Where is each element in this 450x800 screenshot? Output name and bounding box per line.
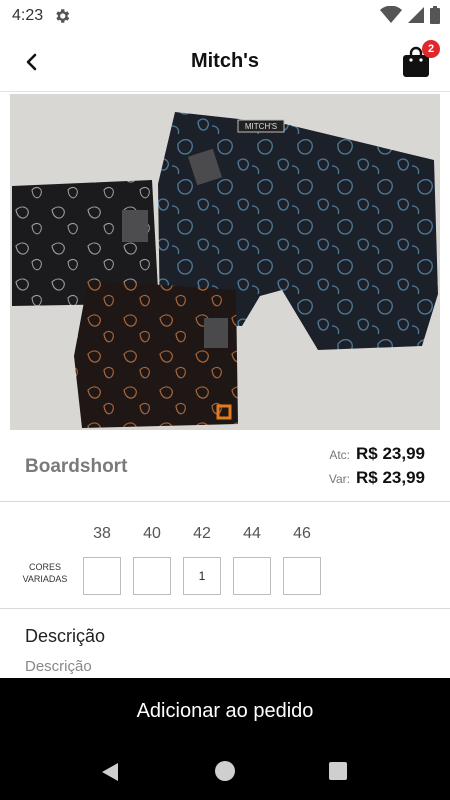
price-var-value: R$ 23,99 [356,468,425,487]
signal-icon [408,7,424,23]
size-label: 38 [93,525,111,542]
gear-icon [56,9,70,23]
size-column-42: 42 1 [183,525,221,595]
size-column-46: 46 [283,525,321,595]
page-title: Mitch's [190,50,260,72]
price-var: Var: R$ 23,99 [329,468,425,488]
back-button[interactable] [18,48,46,76]
size-column-40: 40 [133,525,171,595]
qty-input-46[interactable] [283,557,321,595]
qty-input-42[interactable]: 1 [183,557,221,595]
description-title: Descrição [25,626,106,646]
price-var-label: Var: [328,472,350,486]
size-label: 46 [293,525,311,542]
brand-label-text: MITCH'S [245,122,277,131]
back-triangle-icon[interactable] [100,762,120,782]
size-column-44: 44 [233,525,271,595]
product-image[interactable]: MITCH'S [10,94,440,430]
chevron-left-icon [26,53,37,71]
description-section: Descrição Descrição [0,610,450,678]
product-info: Boardshort Atc: R$ 23,99 Var: R$ 23,99 [0,432,450,502]
recents-square-icon[interactable] [329,762,347,780]
system-nav-bar [0,744,450,800]
color-label-line1: CORES [28,562,61,572]
color-label-line2: VARIADAS [22,574,68,584]
app-bar: Mitch's 2 [0,32,450,92]
size-label: 44 [243,525,261,542]
qty-input-44[interactable] [233,557,271,595]
cart-button[interactable]: 2 [400,40,440,78]
price-atc-value: R$ 23,99 [356,444,425,463]
price-atc: Atc: R$ 23,99 [329,444,425,464]
price-atc-label: Atc: [329,448,350,462]
battery-icon [430,6,440,24]
size-label: 40 [143,525,161,542]
product-name: Boardshort [25,456,128,477]
add-to-order-button[interactable]: Adicionar ao pedido [0,678,450,744]
qty-input-40[interactable] [133,557,171,595]
wifi-icon [380,6,402,23]
status-time: 4:23 [12,7,44,24]
cart-count-badge: 2 [422,40,440,58]
status-icons [380,6,440,24]
color-variant-label: CORES VARIADAS [20,561,70,585]
description-text: Descrição [25,658,92,675]
size-grid: CORES VARIADAS 38 40 42 1 44 46 [0,503,450,609]
qty-input-38[interactable] [83,557,121,595]
size-label: 42 [193,525,211,542]
home-circle-icon[interactable] [215,761,235,781]
status-bar: 4:23 [0,0,450,32]
size-column-38: 38 [83,525,121,595]
